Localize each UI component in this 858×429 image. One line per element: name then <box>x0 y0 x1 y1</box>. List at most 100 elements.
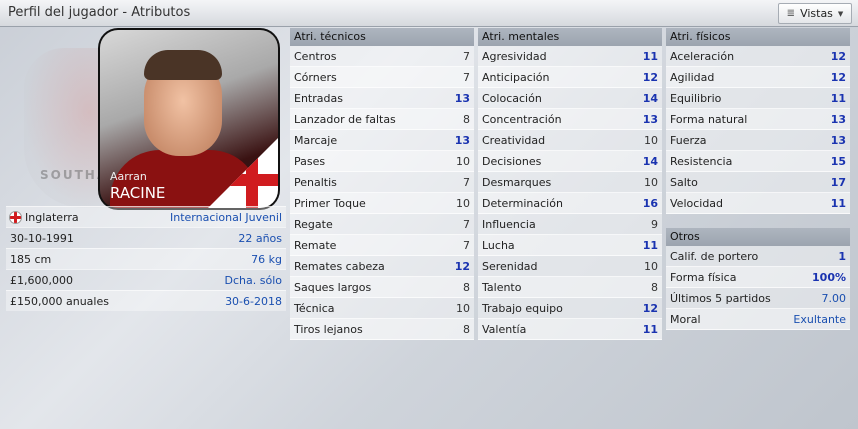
attribute-value: 17 <box>830 175 846 189</box>
attribute-row[interactable]: Lanzador de faltas 8 <box>290 109 474 130</box>
technical-header: Atri. técnicos <box>290 28 474 46</box>
attribute-value: 14 <box>642 154 658 168</box>
attribute-label: Agilidad <box>670 70 715 84</box>
title-bar: Perfil del jugador - Atributos ≣ Vistas … <box>0 0 858 27</box>
attribute-value: 100% <box>812 270 846 284</box>
views-dropdown[interactable]: ≣ Vistas ▼ <box>778 3 852 24</box>
attribute-row[interactable]: Calif. de portero 1 <box>666 246 850 267</box>
attribute-value: 8 <box>463 112 470 126</box>
attribute-label: Serenidad <box>482 259 538 273</box>
nationality[interactable]: Inglaterra <box>10 211 79 224</box>
preferred-foot: Dcha. sólo <box>224 273 282 287</box>
attribute-row[interactable]: Velocidad 11 <box>666 193 850 214</box>
views-label: Vistas <box>800 7 833 20</box>
attribute-value: 8 <box>463 280 470 294</box>
player-info: Inglaterra Internacional Juvenil 30-10-1… <box>6 206 286 311</box>
club-crest-text: SOUTHA <box>40 168 109 182</box>
attribute-label: Saques largos <box>294 280 372 294</box>
mental-attributes-panel: Atri. mentales Agresividad 11 Anticipación… <box>478 28 662 340</box>
info-row-birth: 30-10-1991 22 años <box>6 227 286 248</box>
attribute-value: 12 <box>642 70 658 84</box>
attribute-row[interactable]: Aceleración 12 <box>666 46 850 67</box>
attribute-value: 1 <box>838 249 846 263</box>
attribute-row[interactable]: Córners 7 <box>290 67 474 88</box>
attribute-value: 13 <box>454 91 470 105</box>
attribute-value: 12 <box>642 301 658 315</box>
attribute-label: Entradas <box>294 91 343 105</box>
other-attributes-panel: Otros Calif. de portero 1 Forma física 100%… <box>666 228 850 330</box>
attribute-value: 11 <box>642 238 658 252</box>
technical-attributes-panel: Atri. técnicos Centros 7 Córners 7 Entradas 1… <box>290 28 474 340</box>
attribute-row[interactable]: Centros 7 <box>290 46 474 67</box>
attribute-row[interactable]: Pases 10 <box>290 151 474 172</box>
attribute-label: Lucha <box>482 238 515 252</box>
attribute-value: 11 <box>830 196 846 210</box>
attribute-label: Creatividad <box>482 133 546 147</box>
attribute-row[interactable]: Forma natural 13 <box>666 109 850 130</box>
player-photo: Aarran RACINE <box>100 30 278 208</box>
attribute-row[interactable]: Forma física 100% <box>666 267 850 288</box>
attribute-label: Influencia <box>482 217 536 231</box>
attribute-label: Forma natural <box>670 112 748 126</box>
others-list: Calif. de portero 1 Forma física 100% Último… <box>666 246 850 330</box>
attribute-value: 12 <box>454 259 470 273</box>
attribute-row[interactable]: Concentración 13 <box>478 109 662 130</box>
attribute-row[interactable]: Anticipación 12 <box>478 67 662 88</box>
attribute-row[interactable]: Moral Exultante <box>666 309 850 330</box>
attribute-row[interactable]: Agilidad 12 <box>666 67 850 88</box>
attribute-row[interactable]: Influencia 9 <box>478 214 662 235</box>
attribute-value: 13 <box>454 133 470 147</box>
attribute-row[interactable]: Regate 7 <box>290 214 474 235</box>
attribute-label: Trabajo equipo <box>482 301 563 315</box>
attribute-row[interactable]: Trabajo equipo 12 <box>478 298 662 319</box>
attribute-row[interactable]: Primer Toque 10 <box>290 193 474 214</box>
attribute-row[interactable]: Equilibrio 11 <box>666 88 850 109</box>
attribute-row[interactable]: Salto 17 <box>666 172 850 193</box>
attribute-row[interactable]: Marcaje 13 <box>290 130 474 151</box>
attribute-row[interactable]: Desmarques 10 <box>478 172 662 193</box>
attribute-row[interactable]: Creatividad 10 <box>478 130 662 151</box>
attribute-label: Desmarques <box>482 175 552 189</box>
attribute-value: 7 <box>463 238 470 252</box>
info-row-nationality: Inglaterra Internacional Juvenil <box>6 206 286 227</box>
nationality-label: Inglaterra <box>25 210 79 224</box>
attribute-label: Últimos 5 partidos <box>670 291 771 305</box>
attribute-row[interactable]: Valentía 11 <box>478 319 662 340</box>
attribute-label: Talento <box>482 280 522 294</box>
attribute-row[interactable]: Resistencia 15 <box>666 151 850 172</box>
attribute-row[interactable]: Talento 8 <box>478 277 662 298</box>
attribute-row[interactable]: Tiros lejanos 8 <box>290 319 474 340</box>
info-row-size: 185 cm 76 kg <box>6 248 286 269</box>
attribute-label: Valentía <box>482 322 527 336</box>
attribute-label: Centros <box>294 49 337 63</box>
attribute-value: 11 <box>642 49 658 63</box>
attribute-value: 7 <box>463 175 470 189</box>
attribute-label: Determinación <box>482 196 563 210</box>
attribute-value: 8 <box>463 322 470 336</box>
attribute-row[interactable]: Determinación 16 <box>478 193 662 214</box>
attribute-label: Calif. de portero <box>670 249 759 263</box>
info-row-contract: £150,000 anuales 30-6-2018 <box>6 290 286 311</box>
physical-attributes-panel: Atri. físicos Aceleración 12 Agilidad 12 Equ… <box>666 28 850 214</box>
attribute-label: Decisiones <box>482 154 542 168</box>
attribute-label: Técnica <box>294 301 335 315</box>
attribute-row[interactable]: Agresividad 11 <box>478 46 662 67</box>
attribute-value: 13 <box>830 133 846 147</box>
attribute-row[interactable]: Decisiones 14 <box>478 151 662 172</box>
attribute-label: Moral <box>670 312 701 326</box>
attribute-row[interactable]: Entradas 13 <box>290 88 474 109</box>
attribute-row[interactable]: Últimos 5 partidos 7.00 <box>666 288 850 309</box>
attribute-value: Exultante <box>793 312 846 326</box>
attribute-row[interactable]: Lucha 11 <box>478 235 662 256</box>
attribute-row[interactable]: Fuerza 13 <box>666 130 850 151</box>
attribute-row[interactable]: Saques largos 8 <box>290 277 474 298</box>
attribute-value: 15 <box>830 154 846 168</box>
attribute-row[interactable]: Serenidad 10 <box>478 256 662 277</box>
attribute-row[interactable]: Penaltis 7 <box>290 172 474 193</box>
attribute-value: 10 <box>456 196 470 210</box>
attribute-row[interactable]: Remate 7 <box>290 235 474 256</box>
attribute-row[interactable]: Colocación 14 <box>478 88 662 109</box>
attribute-value: 13 <box>830 112 846 126</box>
attribute-row[interactable]: Técnica 10 <box>290 298 474 319</box>
attribute-row[interactable]: Remates cabeza 12 <box>290 256 474 277</box>
